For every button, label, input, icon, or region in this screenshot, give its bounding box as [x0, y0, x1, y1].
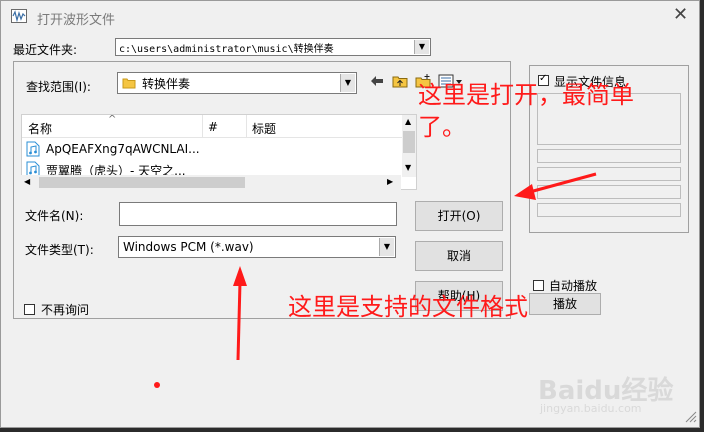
watermark-url: jingyan.baidu.com [540, 402, 642, 415]
arrow-to-open-button [514, 172, 597, 200]
arrow-to-file-type [233, 266, 247, 361]
annotation-arrows [154, 172, 597, 388]
annotation-dot [154, 382, 160, 388]
